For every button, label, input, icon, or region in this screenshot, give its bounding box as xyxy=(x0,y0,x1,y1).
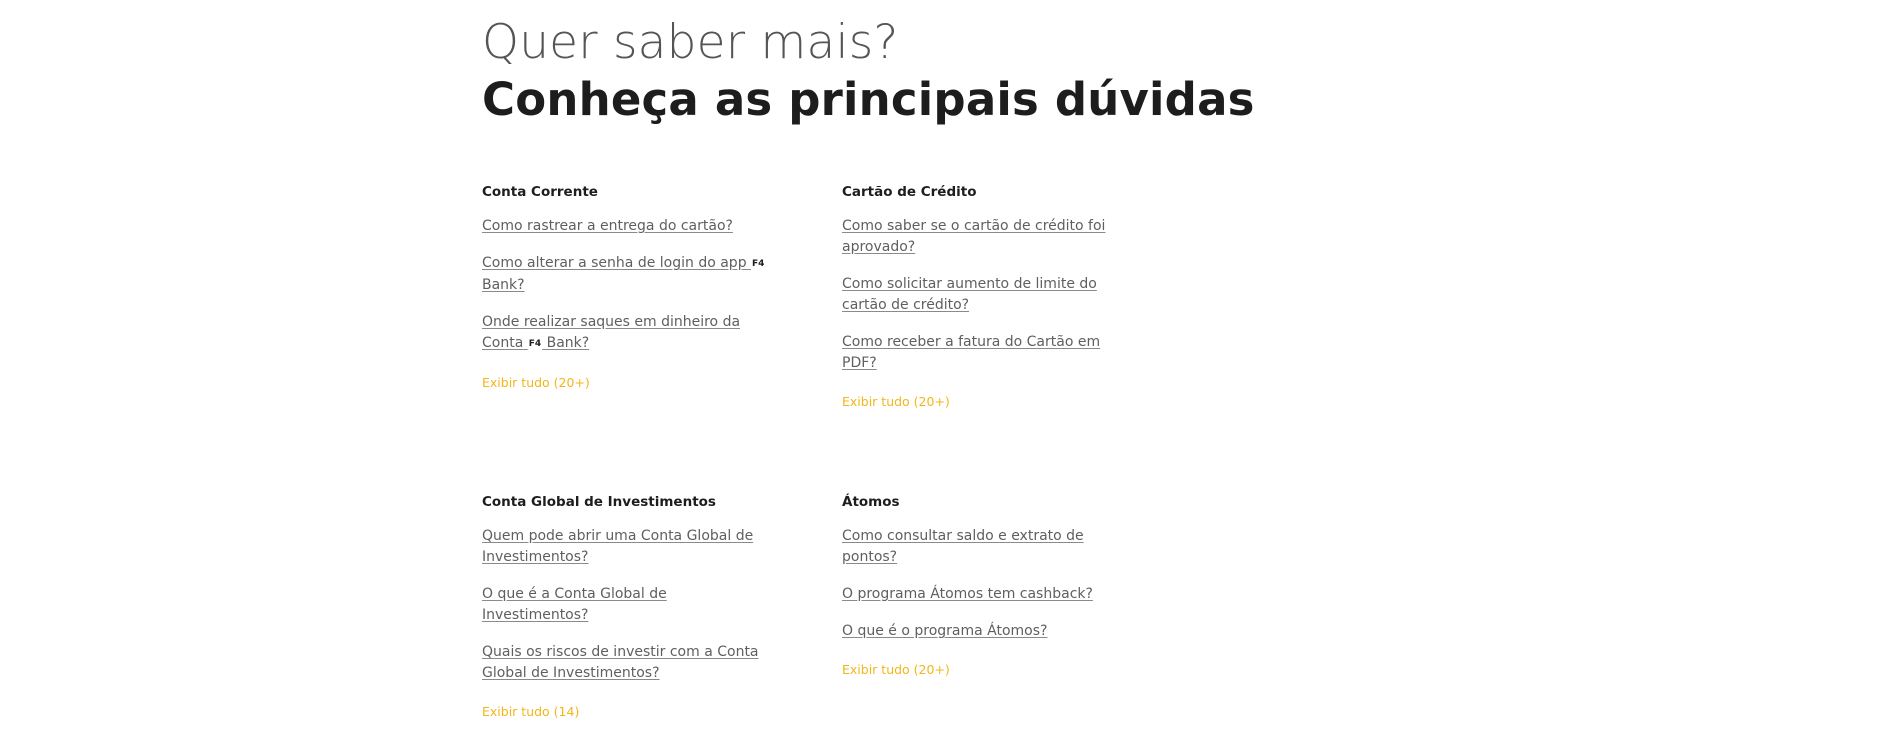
faq-question-item: O programa Átomos tem cashback? xyxy=(842,583,1127,604)
faq-question-item: Como receber a fatura do Cartão em PDF? xyxy=(842,331,1127,373)
faq-question-link[interactable]: O que é o programa Átomos? xyxy=(842,623,1047,639)
show-all-link[interactable]: Exibir tudo (20+) xyxy=(482,374,590,392)
faq-question-link[interactable]: Onde realizar saques em dinheiro da Cont… xyxy=(482,314,740,351)
show-all-link[interactable]: Exibir tudo (14) xyxy=(482,703,579,721)
faq-question-item: Como solicitar aumento de limite do cart… xyxy=(842,273,1127,315)
faq-category-title: Átomos xyxy=(842,494,900,510)
show-all-link[interactable]: Exibir tudo (20+) xyxy=(842,661,950,679)
faq-question-item: Como saber se o cartão de crédito foi ap… xyxy=(842,215,1127,257)
faq-question-link[interactable]: Como solicitar aumento de limite do cart… xyxy=(842,276,1097,313)
faq-question-link[interactable]: Como consultar saldo e extrato de pontos… xyxy=(842,528,1084,565)
faq-category-conta-corrente: Conta Corrente Como rastrear a entrega d… xyxy=(482,183,767,392)
faq-question-text: Como rastrear a entrega do cartão? xyxy=(482,218,733,234)
faq-question-list: Como rastrear a entrega do cartão? Como … xyxy=(482,215,767,354)
faq-category-cartao-de-credito: Cartão de Crédito Como saber se o cartão… xyxy=(842,183,1127,411)
faq-category-atomos: Átomos Como consultar saldo e extrato de… xyxy=(842,493,1127,679)
faq-question-list: Como saber se o cartão de crédito foi ap… xyxy=(842,215,1127,373)
faq-question-list: Quem pode abrir uma Conta Global de Inve… xyxy=(482,525,767,683)
faq-question-link[interactable]: Como rastrear a entrega do cartão? xyxy=(482,218,733,234)
faq-question-item: O que é o programa Átomos? xyxy=(842,620,1127,641)
intro-subtitle: Quer saber mais? xyxy=(482,15,899,70)
f4-logo-mark: F4 xyxy=(528,339,542,349)
intro-title: Conheça as principais dúvidas xyxy=(482,73,1255,126)
faq-category-title: Cartão de Crédito xyxy=(842,184,977,200)
faq-question-link[interactable]: Como alterar a senha de login do app F4 … xyxy=(482,255,765,293)
faq-question-text: Onde realizar saques em dinheiro da Cont… xyxy=(482,314,741,351)
faq-category-conta-global: Conta Global de Investimentos Quem pode … xyxy=(482,493,767,721)
faq-question-item: Quem pode abrir uma Conta Global de Inve… xyxy=(482,525,767,567)
show-all-link[interactable]: Exibir tudo (20+) xyxy=(842,393,950,411)
f4-logo-mark: F4 xyxy=(752,259,765,269)
faq-category-title: Conta Global de Investimentos xyxy=(482,494,716,510)
faq-question-link[interactable]: O programa Átomos tem cashback? xyxy=(842,586,1093,602)
faq-question-link[interactable]: O que é a Conta Global de Investimentos? xyxy=(482,586,667,623)
faq-question-text: Como alterar a senha de login do app xyxy=(482,255,747,271)
faq-question-list: Como consultar saldo e extrato de pontos… xyxy=(842,525,1127,641)
faq-question-text-suffix: Bank? xyxy=(482,277,525,293)
faq-question-item: Onde realizar saques em dinheiro da Cont… xyxy=(482,311,767,354)
faq-question-link[interactable]: Como receber a fatura do Cartão em PDF? xyxy=(842,334,1100,371)
faq-question-item: O que é a Conta Global de Investimentos? xyxy=(482,583,767,625)
faq-question-text-suffix: Bank? xyxy=(542,335,590,351)
faq-question-item: Como rastrear a entrega do cartão? xyxy=(482,215,767,236)
faq-question-link[interactable]: Como saber se o cartão de crédito foi ap… xyxy=(842,218,1105,255)
faq-intro: Quer saber mais? Conheça as principais d… xyxy=(482,14,1382,128)
faq-question-link[interactable]: Quem pode abrir uma Conta Global de Inve… xyxy=(482,528,753,565)
faq-category-title: Conta Corrente xyxy=(482,184,598,200)
faq-question-link[interactable]: Quais os riscos de investir com a Conta … xyxy=(482,644,759,681)
faq-question-item: Como consultar saldo e extrato de pontos… xyxy=(842,525,1127,567)
faq-question-item: Quais os riscos de investir com a Conta … xyxy=(482,641,767,683)
faq-question-item: Como alterar a senha de login do app F4 … xyxy=(482,252,767,295)
